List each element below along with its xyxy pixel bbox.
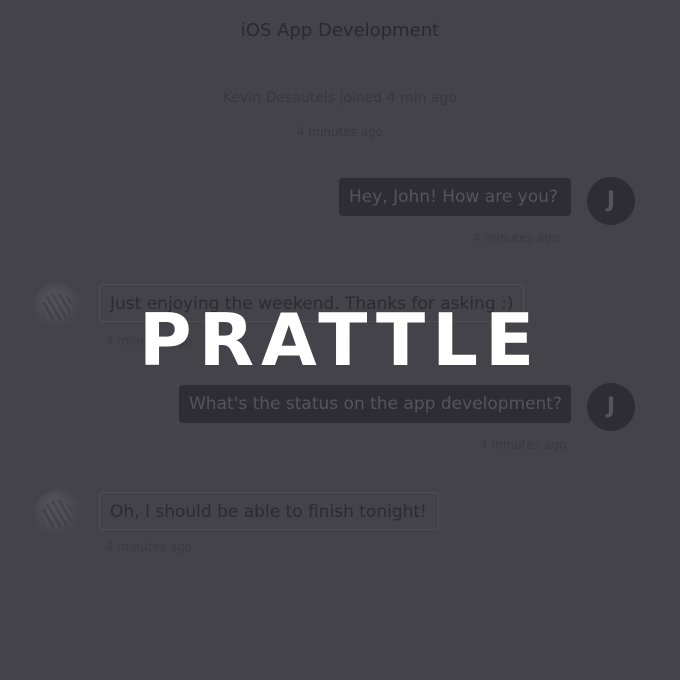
system-message: Kevin Desautels joined 4 min ago: [223, 90, 457, 106]
message-timestamp: 4 minutes ago: [106, 540, 193, 554]
contact-avatar[interactable]: [34, 490, 80, 536]
brand-wordmark: PRATTLE: [138, 298, 542, 382]
message-timestamp: 4 minutes ago: [480, 438, 567, 452]
user-avatar-j[interactable]: J: [587, 177, 635, 225]
message-bubble-outgoing[interactable]: What's the status on the app development…: [179, 385, 571, 423]
message-bubble-outgoing[interactable]: Hey, John! How are you?: [339, 178, 571, 216]
message-bubble-incoming[interactable]: Oh, I should be able to finish tonight!: [99, 492, 439, 530]
user-avatar-j[interactable]: J: [587, 383, 635, 431]
message-timestamp: 4 minutes ago: [473, 231, 560, 245]
chat-header-title: iOS App Development: [240, 20, 440, 41]
system-timestamp: 4 minutes ago: [296, 125, 384, 139]
